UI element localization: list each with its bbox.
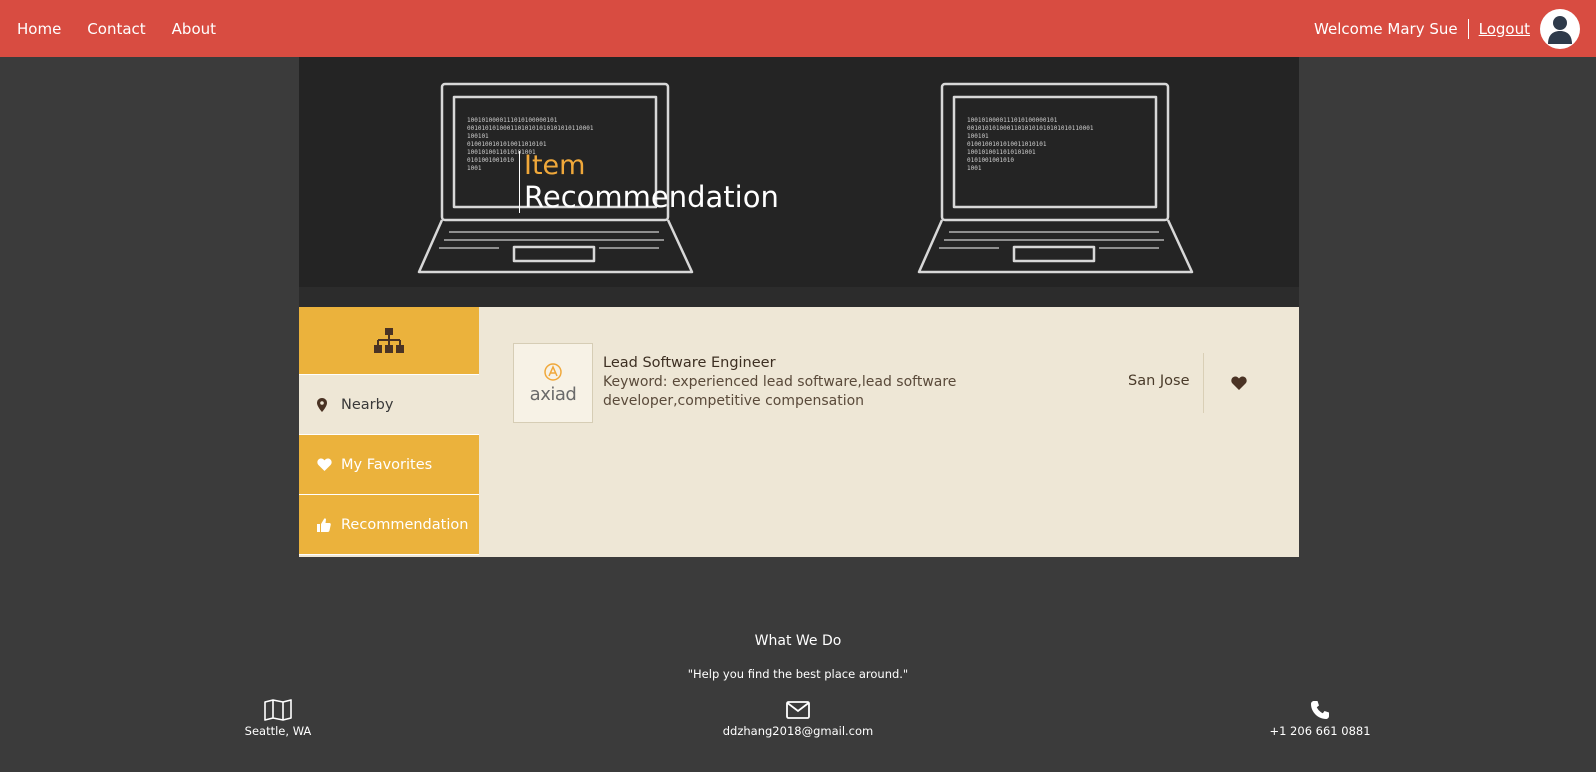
svg-text:100101: 100101 (967, 133, 989, 140)
svg-text:001010101000110101010101010101: 00101010100011010101010101010110001 (967, 125, 1094, 132)
favorite-heart-icon[interactable] (1231, 375, 1251, 393)
footer-quote: "Help you find the best place around." (687, 667, 909, 681)
hero-banner: 1001010000111010100000101 00101010100011… (299, 57, 1299, 307)
svg-text:0101001001010: 0101001001010 (467, 157, 514, 164)
item-keywords: Keyword: experienced lead software,lead … (603, 374, 957, 409)
item-title[interactable]: Lead Software Engineer (603, 355, 1093, 371)
user-area: Welcome Mary Sue Logout (1314, 0, 1580, 57)
top-navbar: Home Contact About Welcome Mary Sue Logo… (0, 0, 1596, 57)
logout-link[interactable]: Logout (1479, 20, 1530, 38)
svg-text:001010101000110101010101010101: 00101010100011010101010101010110001 (467, 125, 594, 132)
footer-phone-text[interactable]: +1 206 661 0881 (1269, 724, 1370, 738)
item-divider (1203, 353, 1204, 413)
main-panel: Nearby My Favorites Recommendation axiad… (299, 307, 1299, 557)
hero-title-line1: Item (524, 150, 586, 181)
footer-location: Seattle, WA (228, 698, 328, 738)
nav-about-link[interactable]: About (172, 20, 216, 38)
footer-location-text: Seattle, WA (244, 724, 312, 738)
sidebar: Nearby My Favorites Recommendation (299, 307, 479, 557)
welcome-text: Welcome Mary Sue (1314, 18, 1469, 39)
thumbs-up-icon (317, 517, 341, 532)
svg-text:1001: 1001 (467, 165, 482, 172)
laptops-chalkboard-image: 1001010000111010100000101 00101010100011… (299, 57, 1299, 307)
nav-contact-link[interactable]: Contact (87, 20, 145, 38)
sidebar-header (299, 307, 479, 375)
hero-title-line2: Recommendation (524, 180, 779, 214)
sitemap-icon (374, 327, 404, 353)
phone-icon (1310, 698, 1330, 722)
sidebar-item-label: My Favorites (341, 456, 433, 473)
nav-home-link[interactable]: Home (17, 20, 61, 38)
svg-text:1001010000111010100000101: 1001010000111010100000101 (467, 117, 558, 124)
svg-text:1001: 1001 (967, 165, 982, 172)
svg-text:0101001001010: 0101001001010 (967, 157, 1014, 164)
company-logo-text: axiad (529, 383, 577, 405)
list-item[interactable]: axiad Lead Software Engineer Keyword: ex… (513, 343, 1273, 423)
svg-text:1001010011010101001: 1001010011010101001 (967, 149, 1036, 156)
hero-title: Item Recommendation (519, 151, 779, 213)
map-icon (264, 698, 292, 722)
sidebar-item-nearby[interactable]: Nearby (299, 375, 479, 435)
sidebar-item-my-favorites[interactable]: My Favorites (299, 435, 479, 495)
map-pin-icon (317, 397, 341, 412)
item-info: Lead Software Engineer Keyword: experien… (603, 343, 1093, 411)
sidebar-item-label: Nearby (341, 396, 394, 413)
item-city: San Jose (1128, 373, 1190, 389)
sidebar-item-recommendation[interactable]: Recommendation (299, 495, 479, 555)
svg-text:0100100101010011010101: 0100100101010011010101 (967, 141, 1047, 148)
heart-icon (317, 458, 341, 471)
envelope-icon (786, 698, 810, 722)
svg-text:100101: 100101 (467, 133, 489, 140)
sidebar-item-label: Recommendation (341, 516, 469, 533)
footer-email: ddzhang2018@gmail.com (718, 698, 878, 738)
svg-text:1001010000111010100000101: 1001010000111010100000101 (967, 117, 1058, 124)
footer-title: What We Do (754, 633, 842, 649)
axiad-logo-mark-icon (544, 362, 562, 381)
user-avatar-icon[interactable] (1540, 8, 1580, 49)
footer-phone: +1 206 661 0881 (1265, 698, 1375, 738)
footer-email-text[interactable]: ddzhang2018@gmail.com (723, 724, 873, 738)
svg-text:0100100101010011010101: 0100100101010011010101 (467, 141, 547, 148)
main-nav: Home Contact About (17, 0, 242, 57)
company-logo: axiad (513, 343, 593, 423)
